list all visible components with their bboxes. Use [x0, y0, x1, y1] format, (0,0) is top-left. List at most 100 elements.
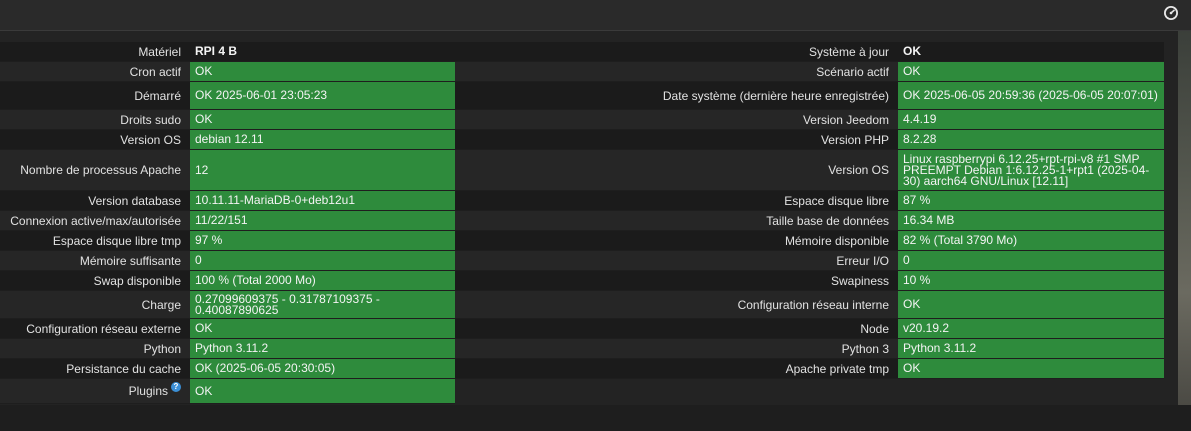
- health-row-label-text: Node: [860, 321, 889, 336]
- health-panel: Matériel RPI 4 B Cron actif OK Démarré OK 202…: [0, 31, 1178, 405]
- health-row-value: 87 %: [898, 191, 1164, 210]
- health-row-label-text: Swap disponible: [93, 273, 181, 288]
- health-row-value: OK: [903, 44, 921, 58]
- health-row-value: OK: [190, 319, 455, 338]
- health-row-value: Linux raspberrypi 6.12.25+rpt-rpi-v8 #1 …: [898, 150, 1164, 190]
- bottom-area: [0, 405, 1191, 431]
- health-row: Version Jeedom 4.4.19: [455, 110, 1164, 130]
- background-strip: [1178, 31, 1191, 405]
- health-row-label-text: Version Jeedom: [802, 112, 889, 127]
- health-row: Version OS debian 12.11: [0, 130, 455, 150]
- health-row-label: Version PHP: [455, 130, 898, 149]
- health-row: Swapiness 10 %: [455, 271, 1164, 291]
- health-row: Erreur I/O 0: [455, 251, 1164, 271]
- health-row-label: Mémoire suffisante: [0, 251, 190, 270]
- health-row: Node v20.19.2: [455, 319, 1164, 339]
- health-row-label-text: Version OS: [120, 132, 181, 147]
- health-row-label-text: Démarré: [134, 88, 181, 103]
- health-table-right: Système à jour OK Scénario actif OK Date sys…: [455, 42, 1164, 379]
- health-row: Système à jour OK: [455, 42, 1164, 62]
- health-row-label: Version database: [0, 191, 190, 210]
- health-row-value: OK: [898, 359, 1164, 378]
- health-row-value: OK: [190, 110, 455, 129]
- health-row-label-text: Swapiness: [830, 273, 889, 288]
- health-row-value: OK 2025-06-01 23:05:23: [190, 82, 455, 109]
- health-row-value: 0: [898, 251, 1164, 270]
- health-row-label-text: Charge: [141, 297, 181, 312]
- health-row-label-text: Configuration réseau interne: [737, 297, 889, 312]
- health-row-value: 10.11.11-MariaDB-0+deb12u1: [190, 191, 455, 210]
- health-row-label: Nombre de processus Apache: [0, 150, 190, 190]
- health-row: Configuration réseau interne OK: [455, 291, 1164, 319]
- health-row-label: Configuration réseau interne: [455, 291, 898, 318]
- health-row-label: Taille base de données: [455, 211, 898, 230]
- health-row-value: OK: [898, 62, 1164, 81]
- health-row-label-text: Configuration réseau externe: [26, 321, 181, 336]
- health-row: Cron actif OK: [0, 62, 455, 82]
- health-row: Version database 10.11.11-MariaDB-0+deb12…: [0, 191, 455, 211]
- health-row-value: 8.2.28: [898, 130, 1164, 149]
- health-row-value: 100 % (Total 2000 Mo): [190, 271, 455, 290]
- health-row-label-text: Python: [143, 341, 181, 356]
- health-row-label: Démarré: [0, 82, 190, 109]
- health-row: Connexion active/max/autorisée 11/22/151: [0, 211, 455, 231]
- health-row: Droits sudo OK: [0, 110, 455, 130]
- health-row-label: Version OS: [0, 130, 190, 149]
- health-row-label: Apache private tmp: [455, 359, 898, 378]
- health-row-label: Cron actif: [0, 62, 190, 81]
- top-bar: [0, 0, 1191, 31]
- health-row-label-text: Nombre de processus Apache: [20, 163, 181, 177]
- health-row: Charge 0.27099609375 - 0.31787109375 - 0.…: [0, 291, 455, 319]
- health-row: Python 3 Python 3.11.2: [455, 339, 1164, 359]
- health-row: Nombre de processus Apache 12: [0, 150, 455, 191]
- health-row: Mémoire suffisante 0: [0, 251, 455, 271]
- health-row-label-text: Plugins: [128, 384, 168, 398]
- health-row: Persistance du cache OK (2025-06-05 20:30…: [0, 359, 455, 379]
- health-row: Taille base de données 16.34 MB: [455, 211, 1164, 231]
- health-row-label-text: Matériel: [138, 44, 181, 59]
- health-row-value: OK: [190, 62, 455, 81]
- health-row-value: OK 2025-06-05 20:59:36 (2025-06-05 20:07…: [898, 82, 1164, 109]
- health-row-value: 11/22/151: [190, 211, 455, 230]
- health-row-label: Plugins?: [0, 379, 190, 403]
- health-row: Espace disque libre tmp 97 %: [0, 231, 455, 251]
- health-row-label: Scénario actif: [455, 62, 898, 81]
- health-row-value: Python 3.11.2: [898, 339, 1164, 358]
- health-row-label-text: Version PHP: [820, 132, 889, 147]
- health-row-label: Charge: [0, 291, 190, 318]
- health-row-label-text: Droits sudo: [120, 112, 181, 127]
- health-row-label: Swapiness: [455, 271, 898, 290]
- health-row: Mémoire disponible 82 % (Total 3790 Mo): [455, 231, 1164, 251]
- health-row-value: OK: [190, 379, 455, 403]
- health-row-label: Connexion active/max/autorisée: [0, 211, 190, 230]
- health-row-label: Date système (dernière heure enregistrée…: [455, 82, 898, 109]
- health-row-label: Node: [455, 319, 898, 338]
- health-row-label-text: Erreur I/O: [836, 253, 889, 268]
- health-row-label-text: Connexion active/max/autorisée: [10, 213, 181, 228]
- health-row: Swap disponible 100 % (Total 2000 Mo): [0, 271, 455, 291]
- gauge-icon[interactable]: [1163, 5, 1179, 21]
- help-icon[interactable]: ?: [171, 382, 181, 392]
- health-row-label: Espace disque libre: [455, 191, 898, 210]
- health-row: Espace disque libre 87 %: [455, 191, 1164, 211]
- health-row: Plugins? OK: [0, 379, 455, 404]
- health-row-label: Version OS: [455, 150, 898, 190]
- health-row-label: Python: [0, 339, 190, 358]
- health-row-label: Mémoire disponible: [455, 231, 898, 250]
- health-row: Apache private tmp OK: [455, 359, 1164, 379]
- health-row-label: Version Jeedom: [455, 110, 898, 129]
- health-row-value: debian 12.11: [190, 130, 455, 149]
- health-row-label: Erreur I/O: [455, 251, 898, 270]
- health-row-label: Matériel: [0, 42, 190, 61]
- health-row: Scénario actif OK: [455, 62, 1164, 82]
- health-row-label-text: Système à jour: [808, 44, 889, 59]
- health-row-label-text: Version OS: [828, 163, 889, 177]
- health-row-label-text: Cron actif: [129, 64, 181, 79]
- health-row-label-text: Mémoire suffisante: [79, 253, 181, 268]
- health-row: Python Python 3.11.2: [0, 339, 455, 359]
- health-row-label-text: Python 3: [841, 341, 889, 356]
- health-row-label: Configuration réseau externe: [0, 319, 190, 338]
- health-row-label-text: Espace disque libre tmp: [52, 233, 181, 248]
- health-row-value: 10 %: [898, 271, 1164, 290]
- health-row-label-text: Taille base de données: [766, 213, 889, 228]
